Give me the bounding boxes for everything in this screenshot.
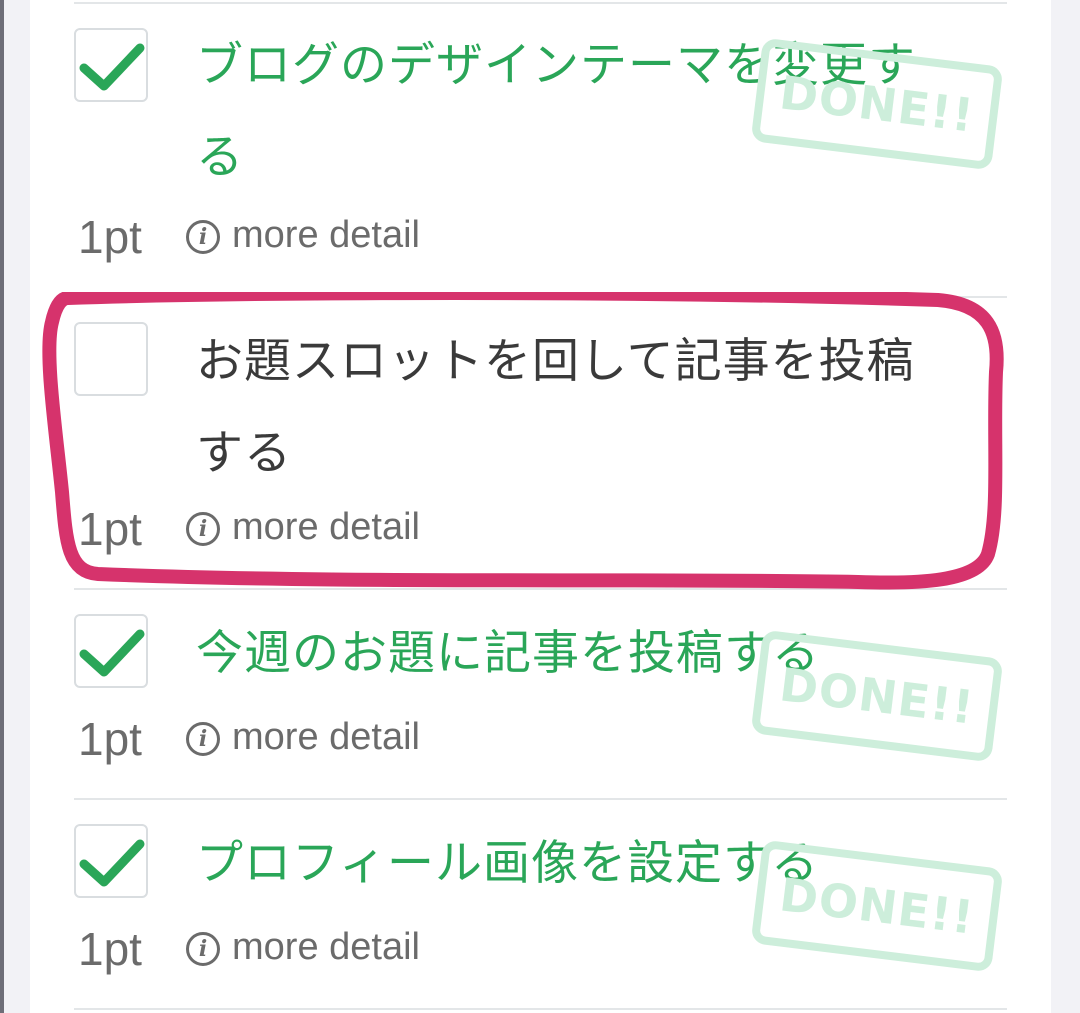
divider bbox=[74, 296, 1007, 298]
checkmark-icon bbox=[79, 43, 145, 91]
checkmark-icon bbox=[79, 839, 145, 887]
task-title[interactable]: お題スロットを回して記事を投稿 する bbox=[196, 316, 986, 500]
more-detail-link[interactable]: more detail bbox=[232, 926, 420, 969]
more-detail-link[interactable]: more detail bbox=[232, 214, 420, 257]
divider bbox=[74, 1008, 1007, 1010]
info-icon[interactable]: i bbox=[186, 220, 220, 254]
info-icon[interactable]: i bbox=[186, 512, 220, 546]
task-checkbox-unchecked[interactable] bbox=[74, 322, 148, 396]
task-title-line: プロフィール画像を設定する bbox=[196, 836, 820, 891]
checkmark-icon bbox=[79, 629, 145, 677]
page-edge bbox=[0, 0, 4, 1013]
task-title-line: る bbox=[196, 130, 244, 185]
info-icon[interactable]: i bbox=[186, 932, 220, 966]
task-points: 1pt bbox=[78, 503, 142, 555]
task-checkbox-checked[interactable] bbox=[74, 824, 148, 898]
more-detail-link[interactable]: more detail bbox=[232, 506, 420, 549]
task-title-line: お題スロットを回して記事を投稿 bbox=[196, 334, 915, 389]
divider bbox=[74, 798, 1007, 800]
divider bbox=[74, 2, 1007, 4]
info-icon[interactable]: i bbox=[186, 722, 220, 756]
task-title-line: する bbox=[196, 426, 292, 481]
task-points: 1pt bbox=[78, 211, 142, 263]
task-points: 1pt bbox=[78, 923, 142, 975]
task-title-line: 今週のお題に記事を投稿する bbox=[196, 626, 820, 681]
more-detail-link[interactable]: more detail bbox=[232, 716, 420, 759]
task-checkbox-checked[interactable] bbox=[74, 614, 148, 688]
divider bbox=[74, 588, 1007, 590]
task-checkbox-checked[interactable] bbox=[74, 28, 148, 102]
task-points: 1pt bbox=[78, 713, 142, 765]
